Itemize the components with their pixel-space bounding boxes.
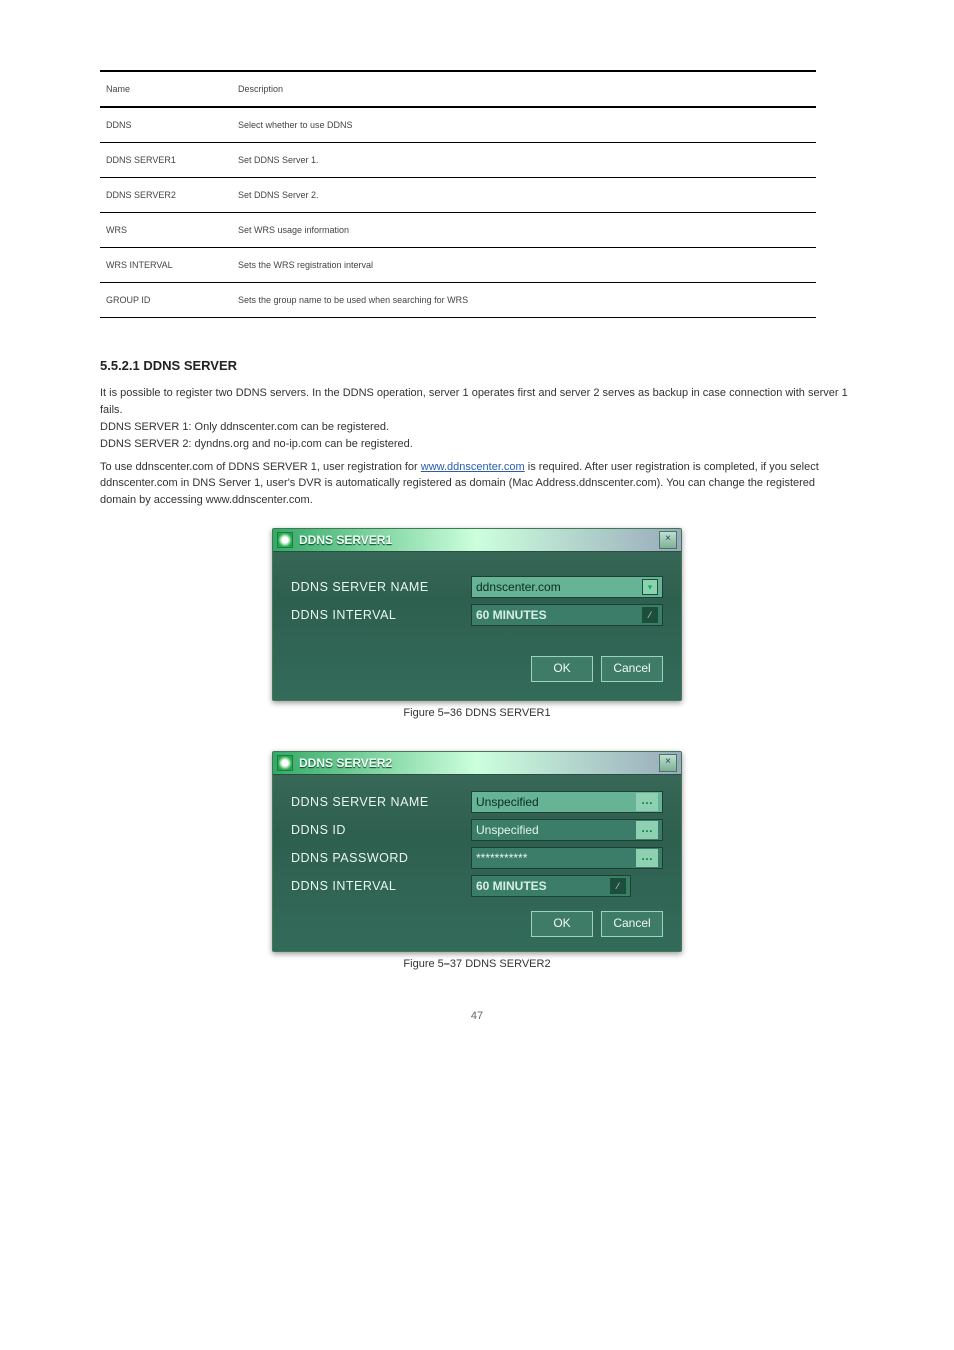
field-value: ddnscenter.com [476,580,642,594]
ok-button[interactable]: OK [531,656,593,682]
ddns-password-field[interactable]: *********** … [471,847,663,869]
section-heading: 5.5.2.1 DDNS SERVER [100,358,954,379]
table-row: DDNS Select whether to use DDNS [100,107,816,143]
table-cell-name: DDNS SERVER1 [100,143,232,178]
paragraph: It is possible to register two DDNS serv… [100,385,854,418]
cancel-button[interactable]: Cancel [601,911,663,937]
ellipsis-icon[interactable]: … [636,849,658,867]
field-label: DDNS SERVER NAME [291,795,471,809]
table-row: WRS Set WRS usage information [100,213,816,248]
figure-caption-post: 36 DDNS SERVER1 [450,707,551,719]
table-cell-desc: Sets the group name to be used when sear… [232,283,816,318]
paragraph: To use ddnscenter.com of DDNS SERVER 1, … [100,459,854,509]
definitions-table: Name Description DDNS Select whether to … [100,70,816,318]
figure-caption-post: 37 DDNS SERVER2 [450,958,551,970]
field-label: DDNS INTERVAL [291,879,471,893]
dialog-buttons: OK Cancel [291,656,663,682]
table-cell-desc: Sets the WRS registration interval [232,248,816,283]
field-label: DDNS INTERVAL [291,608,471,622]
table-row: DDNS SERVER1 Set DDNS Server 1. [100,143,816,178]
form-row: DDNS INTERVAL 60 MINUTES ⁄ [291,604,663,626]
table-row: GROUP ID Sets the group name to be used … [100,283,816,318]
ddns-server-name-field[interactable]: Unspecified … [471,791,663,813]
figure-caption-pre: Figure 5 [403,707,443,719]
ddns-id-field[interactable]: Unspecified … [471,819,663,841]
table-cell-name: GROUP ID [100,283,232,318]
dialog-buttons: OK Cancel [291,911,663,937]
table-cell-desc: Select whether to use DDNS [232,107,816,143]
bullet-item: DDNS SERVER 1: Only ddnscenter.com can b… [100,420,854,435]
field-label: DDNS ID [291,823,471,837]
ddns-interval-field[interactable]: 60 MINUTES ⁄ [471,875,631,897]
page: Name Description DDNS Select whether to … [0,0,954,1062]
ddns-server2-dialog: DDNS SERVER2 × DDNS SERVER NAME Unspecif… [272,751,682,952]
table-row: WRS INTERVAL Sets the WRS registration i… [100,248,816,283]
dialog-title: DDNS SERVER1 [299,533,659,547]
field-value: Unspecified [476,823,636,837]
scrub-icon: ⁄ [642,607,658,623]
figure-caption-pre: Figure 5 [403,958,443,970]
table-row: DDNS SERVER2 Set DDNS Server 2. [100,178,816,213]
table-cell-desc: Set DDNS Server 2. [232,178,816,213]
dialog-body: DDNS SERVER NAME Unspecified … DDNS ID U… [273,775,681,951]
table-cell-desc: Set WRS usage information [232,213,816,248]
table-cell-name: WRS INTERVAL [100,248,232,283]
dialog-titlebar: DDNS SERVER2 × [273,752,681,775]
dialog-body: DDNS SERVER NAME ddnscenter.com ▾ DDNS I… [273,552,681,700]
form-row: DDNS INTERVAL 60 MINUTES ⁄ [291,875,663,897]
table-row: Name Description [100,71,816,107]
app-icon [277,532,293,548]
bullet-item: DDNS SERVER 2: dyndns.org and no-ip.com … [100,437,854,452]
form-row: DDNS PASSWORD *********** … [291,847,663,869]
dialog-titlebar: DDNS SERVER1 × [273,529,681,552]
figure-caption: Figure 5–36 DDNS SERVER1 [0,707,954,719]
table-cell-name: DDNS SERVER2 [100,178,232,213]
ellipsis-icon[interactable]: … [636,793,658,811]
table-cell-name: WRS [100,213,232,248]
ok-button[interactable]: OK [531,911,593,937]
table-header-desc: Description [232,71,816,107]
figure-caption: Figure 5–37 DDNS SERVER2 [0,958,954,970]
chevron-down-icon: ▾ [642,579,658,595]
field-value: Unspecified [476,795,636,809]
ddns-server1-dialog: DDNS SERVER1 × DDNS SERVER NAME ddnscent… [272,528,682,701]
table-header-name: Name [100,71,232,107]
dialog-title: DDNS SERVER2 [299,756,659,770]
field-label: DDNS PASSWORD [291,851,471,865]
ellipsis-icon[interactable]: … [636,821,658,839]
field-value: 60 MINUTES [476,879,610,893]
table-cell-name: DDNS [100,107,232,143]
field-label: DDNS SERVER NAME [291,580,471,594]
table-cell-desc: Set DDNS Server 1. [232,143,816,178]
close-icon[interactable]: × [659,754,677,772]
form-row: DDNS SERVER NAME ddnscenter.com ▾ [291,576,663,598]
scrub-icon: ⁄ [610,878,626,894]
app-icon [277,755,293,771]
ddns-link[interactable]: www.ddnscenter.com [421,461,525,473]
form-row: DDNS ID Unspecified … [291,819,663,841]
ddns-server-name-dropdown[interactable]: ddnscenter.com ▾ [471,576,663,598]
page-number: 47 [0,1010,954,1022]
form-row: DDNS SERVER NAME Unspecified … [291,791,663,813]
close-icon[interactable]: × [659,531,677,549]
field-value: *********** [476,851,636,865]
paragraph-text: To use ddnscenter.com of DDNS SERVER 1, … [100,461,421,473]
ddns-interval-field[interactable]: 60 MINUTES ⁄ [471,604,663,626]
field-value: 60 MINUTES [476,608,642,622]
cancel-button[interactable]: Cancel [601,656,663,682]
